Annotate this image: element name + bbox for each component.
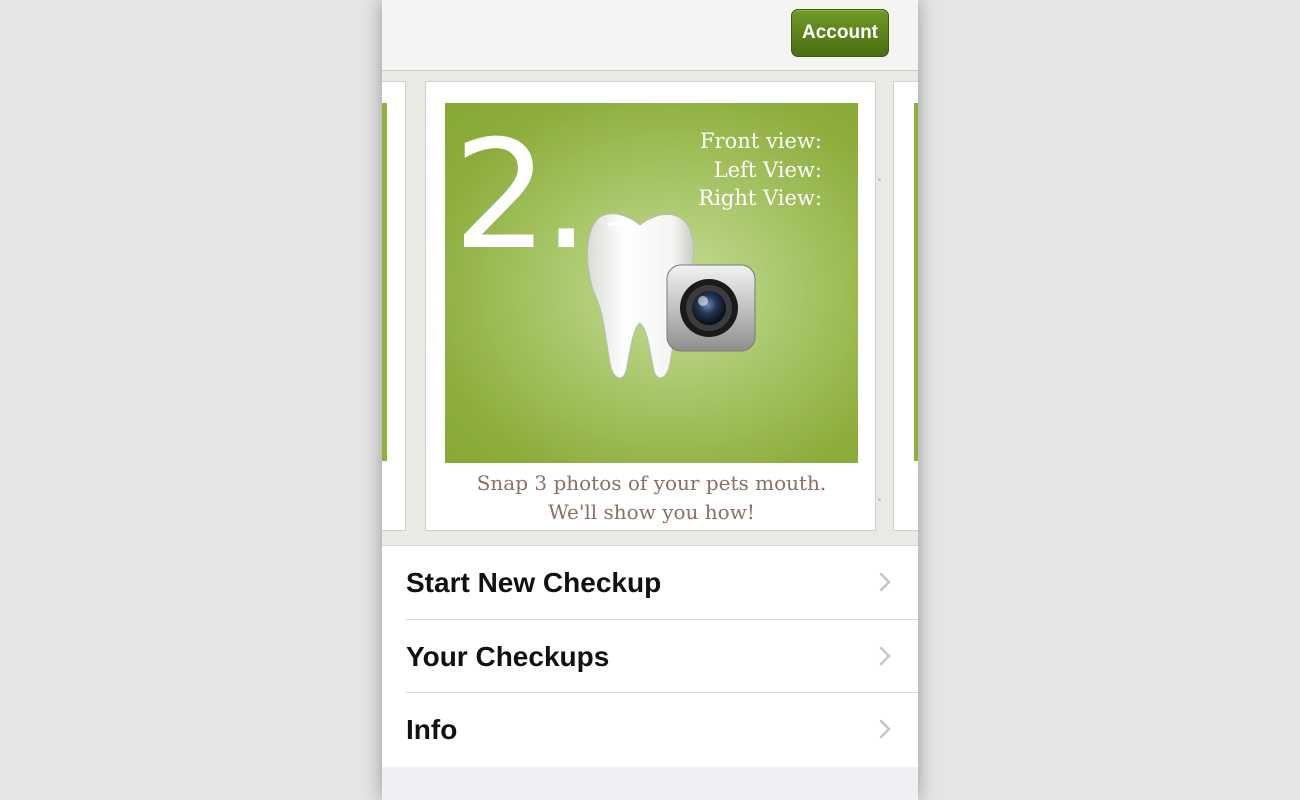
step-illustration: 2. Front view: Left View: Right View: <box>445 103 858 463</box>
caption-line-2: We'll show you how! <box>548 499 755 524</box>
menu-item-your-checkups[interactable]: Your Checkups <box>382 620 918 693</box>
view-label-right: Right View: <box>698 186 822 210</box>
step-caption: Snap 3 photos of your pets mouth. We'll … <box>426 469 877 526</box>
step-number: 2. <box>453 109 590 283</box>
view-label-front: Front view: <box>700 129 822 153</box>
app-screen: Account 2. Front view: Left View: Right … <box>382 0 918 800</box>
carousel-card-step-2[interactable]: 2. Front view: Left View: Right View: Sn… <box>425 81 876 531</box>
previous-card-image-edge <box>382 103 387 461</box>
carousel-dot <box>878 178 881 181</box>
menu-item-info[interactable]: Info <box>382 693 918 766</box>
menu-item-label: Start New Checkup <box>406 566 662 598</box>
view-list: Front view: Left View: Right View: <box>698 127 822 213</box>
main-menu: Start New Checkup Your Checkups Info <box>382 545 918 768</box>
menu-item-start-new-checkup[interactable]: Start New Checkup <box>382 546 918 619</box>
chevron-right-icon <box>879 646 891 666</box>
account-button[interactable]: Account <box>791 9 889 57</box>
previous-card[interactable] <box>382 81 406 531</box>
camera-icon <box>666 264 756 352</box>
menu-item-label: Info <box>406 713 458 745</box>
next-card-image-edge <box>914 103 918 461</box>
onboarding-carousel[interactable]: 2. Front view: Left View: Right View: Sn… <box>382 71 918 545</box>
menu-item-label: Your Checkups <box>406 640 610 672</box>
carousel-dot <box>878 498 881 501</box>
view-label-left: Left View: <box>713 157 822 182</box>
chevron-right-icon <box>879 719 891 739</box>
next-card[interactable] <box>893 81 918 531</box>
caption-line-1: Snap 3 photos of your pets mouth. <box>476 471 827 495</box>
chevron-right-icon <box>879 572 891 592</box>
navigation-bar: Account <box>382 0 918 71</box>
table-footer-background <box>382 767 918 800</box>
